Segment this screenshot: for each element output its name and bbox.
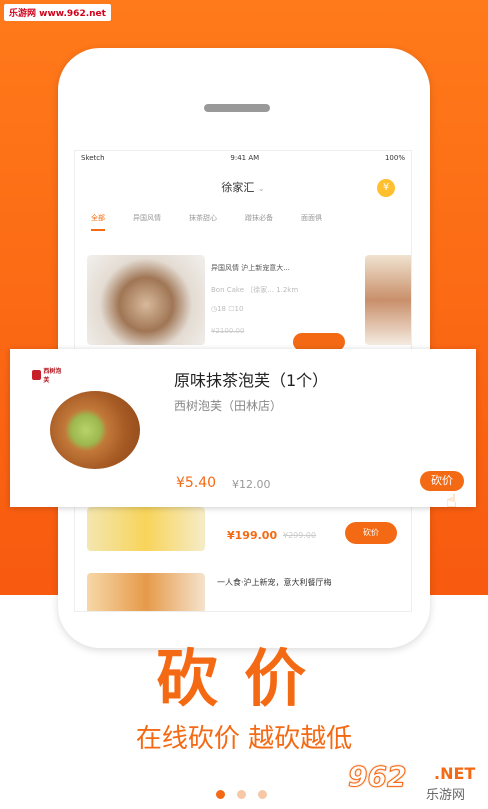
page-dot[interactable] — [216, 790, 225, 799]
hand-pointer-icon: ☝ — [446, 491, 457, 512]
product-price: ¥5.40 — [176, 475, 217, 491]
product-name: 一人食·沪上新宠，意大利餐厅梅 — [217, 578, 332, 587]
phone-speaker — [204, 104, 270, 112]
product-store: Bon Cake 〔徐家... 1.2km — [211, 286, 299, 294]
product-stock: ◷18 ☐10 — [211, 305, 244, 313]
product-store: 西树泡芙（田林店） — [174, 399, 283, 413]
next-product-image[interactable] — [365, 255, 411, 345]
product-name: 异国风情 沪上新宠意大... — [211, 264, 290, 272]
carrier-label: Sketch — [81, 154, 105, 162]
tab-exotic[interactable]: 异国风情 — [133, 213, 161, 231]
product-old-price: ¥299.00 — [283, 531, 317, 540]
coin-icon[interactable]: ¥ — [377, 179, 395, 197]
category-tabs: 全部 异国风情 抹茶甜心 蹭抹必备 面面俱 — [75, 213, 411, 231]
product-image — [87, 573, 205, 611]
shop-selector[interactable]: 徐家汇 ⌄ — [75, 179, 411, 195]
product-image — [87, 507, 205, 551]
status-time: 9:41 AM — [230, 154, 260, 162]
product-old-price: ¥12.00 — [232, 478, 271, 491]
watermark-cn: 乐游网 — [426, 788, 466, 803]
page-dot[interactable] — [258, 790, 267, 799]
hero-title: 砍价 — [155, 642, 332, 715]
page-dot[interactable] — [237, 790, 246, 799]
watermark-number: 962 — [347, 760, 407, 794]
tab-essential[interactable]: 蹭抹必备 — [245, 213, 273, 231]
shop-title: 徐家汇 — [221, 181, 255, 194]
status-bar: Sketch 9:41 AM 100% — [75, 151, 411, 165]
brand-logo: 西树泡芙 — [32, 367, 66, 384]
brand-name: 西树泡芙 — [43, 368, 62, 384]
product-title: 原味抹茶泡芙（1个） — [174, 371, 329, 390]
product-image — [87, 255, 205, 345]
hero-slogan: 在线砍价 越砍越低 — [135, 724, 353, 754]
tab-all[interactable]: 全部 — [91, 213, 105, 231]
watermark-top: 乐游网 www.962.net — [4, 4, 111, 21]
product-card[interactable]: ¥199.00 ¥299.00 砍价 — [87, 507, 407, 555]
phone-mockup: Sketch 9:41 AM 100% 徐家汇 ⌄ ¥ 全部 异国风情 抹茶甜心… — [58, 48, 430, 648]
product-card[interactable]: 异国风情 沪上新宠意大... Bon Cake 〔徐家... 1.2km ◷18… — [87, 255, 355, 351]
product-old-price: ¥2100.00 — [211, 327, 245, 335]
brand-mark-icon — [32, 370, 42, 380]
tab-more[interactable]: 面面俱 — [301, 213, 322, 231]
watermark-suffix: .NET — [434, 764, 476, 783]
tab-matcha[interactable]: 抹茶甜心 — [189, 213, 217, 231]
featured-product-card[interactable]: 西树泡芙 原味抹茶泡芙（1个） 西树泡芙（田林店） ¥5.40 ¥12.00 砍… — [10, 349, 476, 512]
battery-label: 100% — [384, 154, 405, 162]
chevron-down-icon: ⌄ — [257, 184, 265, 193]
bargain-button[interactable]: 砍价 — [345, 522, 397, 544]
watermark-logo: 962 .NET 乐游网 — [347, 760, 482, 806]
product-price: ¥199.00 — [227, 529, 278, 542]
product-image — [50, 391, 140, 469]
page-indicator — [216, 790, 267, 799]
bargain-button[interactable]: 砍价 — [420, 471, 464, 491]
product-card[interactable]: 一人食·沪上新宠，意大利餐厅梅 — [87, 573, 407, 611]
